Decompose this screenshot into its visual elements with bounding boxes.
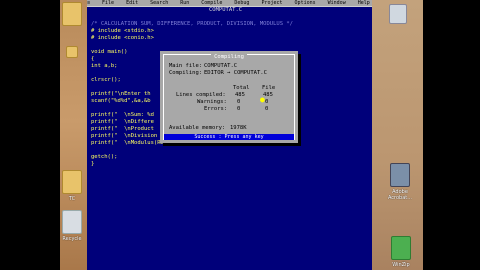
turbo-c-window[interactable]: ≡ File Edit Search Run Compile Debug Pro… (87, 0, 372, 270)
editor-title-bar: COMPUTAT.C (87, 6, 372, 14)
desktop-right-area (372, 0, 423, 270)
folder-icon (62, 2, 82, 26)
desktop-folder-icon-top[interactable] (52, 2, 92, 26)
column-file-header: File (262, 85, 276, 91)
column-total-header: Total (233, 85, 250, 91)
code-line: # include <conio.h> (91, 35, 154, 41)
code-comment: /* CALCULATION SUM, DIFFERENCE, PRODUCT,… (91, 21, 293, 27)
main-file-label: Main file: (169, 63, 203, 69)
desktop-folder-icon-2[interactable] (52, 46, 92, 58)
desktop-icon-adobe[interactable]: Adobe Acrobat... (380, 163, 420, 201)
lines-total: 485 (235, 92, 245, 98)
available-memory-label: Available memory: (169, 125, 226, 131)
code-line: # include <stdio.h> (91, 28, 154, 34)
compiling-label: Compiling: (169, 70, 203, 76)
desktop-icon-label: TC (68, 196, 76, 202)
errors-file: 0 (265, 106, 269, 112)
compiling-value: EDITOR → COMPUTAT.C (204, 70, 267, 76)
code-line: getch(); (91, 154, 118, 160)
desktop-icon-label: Recycle (62, 236, 82, 242)
desktop-icon-label: WinZip (392, 262, 410, 268)
warnings-label: Warnings: (197, 99, 227, 105)
folder-icon (62, 170, 82, 194)
folder-icon (66, 46, 78, 58)
errors-total: 0 (237, 106, 241, 112)
warnings-file: 0 (265, 99, 269, 105)
desktop-folder-tc[interactable]: TC (52, 170, 92, 202)
desktop-icon-winzip[interactable]: WinZip (381, 236, 421, 268)
desktop-icon-label: Adobe Acrobat... (387, 189, 413, 201)
main-file-value: COMPUTAT.C (204, 63, 238, 69)
lines-compiled-label: Lines compiled: (176, 92, 226, 98)
compiling-dialog[interactable]: Compiling Main file: COMPUTAT.C Compilin… (160, 51, 298, 143)
desktop-icon-top-right[interactable] (378, 4, 418, 24)
code-line: } (91, 161, 95, 167)
zip-icon (391, 236, 411, 260)
document-icon (389, 4, 407, 24)
desktop-recycle-bin[interactable]: Recycle (52, 210, 92, 242)
warnings-total: 0 (237, 99, 241, 105)
dialog-title: Compiling (164, 54, 294, 60)
errors-label: Errors: (204, 106, 228, 112)
trash-icon (62, 210, 82, 234)
editor-title: COMPUTAT.C (207, 7, 245, 14)
available-memory-value: 1978K (230, 125, 247, 131)
status-bar[interactable]: Success : Press any key (164, 134, 294, 140)
printer-icon (390, 163, 410, 187)
